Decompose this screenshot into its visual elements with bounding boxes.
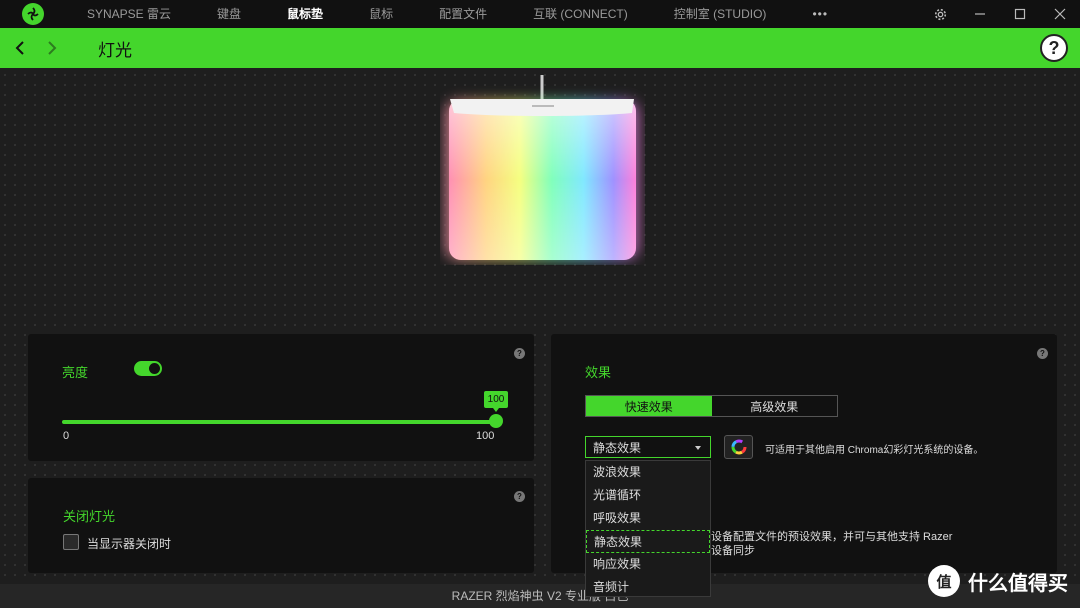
effect-dropdown-menu: 波浪效果 光谱循环 呼吸效果 静态效果 响应效果 音频计: [585, 460, 711, 597]
nav-connect[interactable]: 互联 (CONNECT): [510, 0, 651, 28]
page-title: 灯光: [98, 40, 132, 60]
razer-logo-icon[interactable]: [22, 3, 44, 25]
brightness-value-tooltip: 100: [484, 391, 508, 412]
watermark: 值 什么值得买: [928, 565, 1068, 597]
dropdown-option-wave[interactable]: 波浪效果: [586, 461, 710, 484]
help-icon[interactable]: ?: [514, 491, 525, 502]
dropdown-option-spectrum[interactable]: 光谱循环: [586, 484, 710, 507]
effect-select[interactable]: 静态效果: [585, 436, 711, 458]
device-footer: RAZER 烈焰神虫 V2 专业版 白色: [0, 584, 1080, 608]
mousepad-preview-image: [440, 75, 645, 265]
help-icon[interactable]: ?: [1037, 348, 1048, 359]
forward-arrow-icon[interactable]: [40, 36, 64, 60]
settings-gear-icon[interactable]: [920, 0, 960, 28]
help-icon[interactable]: ?: [514, 348, 525, 359]
window-controls: [920, 0, 1080, 28]
lights-off-panel: ? 关闭灯光 当显示器关闭时: [28, 478, 534, 573]
close-icon[interactable]: [1040, 0, 1080, 28]
watermark-logo-icon: 值: [928, 565, 960, 597]
effects-tabs: 快速效果 高级效果: [585, 395, 838, 417]
slider-max-label: 100: [476, 430, 495, 442]
help-button[interactable]: ?: [1040, 34, 1068, 62]
effects-label: 效果: [585, 365, 612, 380]
tab-quick-effects[interactable]: 快速效果: [586, 396, 712, 416]
dropdown-option-static[interactable]: 静态效果: [586, 530, 710, 553]
chevron-down-icon: [695, 446, 701, 450]
effect-description-line2: 设备同步: [711, 545, 755, 557]
page-header: 灯光 ?: [0, 28, 1080, 68]
nav-mousepad[interactable]: 鼠标垫: [264, 0, 346, 28]
nav-synapse[interactable]: SYNAPSE 雷云: [64, 0, 194, 28]
synapse-app: SYNAPSE 雷云 键盘 鼠标垫 鼠标 配置文件 互联 (CONNECT) 控…: [0, 0, 1080, 608]
nav-more-button[interactable]: •••: [789, 0, 851, 28]
nav-studio[interactable]: 控制室 (STUDIO): [651, 0, 790, 28]
watermark-text: 什么值得买: [968, 572, 1068, 595]
maximize-icon[interactable]: [1000, 0, 1040, 28]
minimize-icon[interactable]: [960, 0, 1000, 28]
main-nav: SYNAPSE 雷云 键盘 鼠标垫 鼠标 配置文件 互联 (CONNECT) 控…: [64, 0, 851, 28]
tab-advanced-effects[interactable]: 高级效果: [712, 396, 838, 416]
color-wheel-button[interactable]: [724, 435, 753, 459]
dropdown-option-breathing[interactable]: 呼吸效果: [586, 507, 710, 530]
brightness-toggle[interactable]: [134, 361, 162, 376]
nav-keyboard[interactable]: 键盘: [194, 0, 264, 28]
brightness-slider-handle[interactable]: [489, 414, 503, 428]
brightness-slider-track[interactable]: [62, 420, 496, 424]
display-off-checkbox[interactable]: [63, 534, 79, 550]
dropdown-option-reactive[interactable]: 响应效果: [586, 553, 710, 576]
dropdown-option-audio-meter[interactable]: 音频计: [586, 576, 710, 599]
color-wheel-icon: [731, 439, 746, 455]
display-off-checkbox-label: 当显示器关闭时: [87, 537, 172, 551]
effect-info-text: 可适用于其他启用 Chroma幻彩灯光系统的设备。: [765, 445, 984, 456]
slider-min-label: 0: [63, 430, 70, 442]
title-bar: SYNAPSE 雷云 键盘 鼠标垫 鼠标 配置文件 互联 (CONNECT) 控…: [0, 0, 1080, 28]
back-arrow-icon[interactable]: [8, 36, 32, 60]
lights-off-label: 关闭灯光: [63, 509, 116, 524]
nav-mouse[interactable]: 鼠标: [346, 0, 416, 28]
effect-select-value: 静态效果: [593, 440, 642, 455]
nav-profiles[interactable]: 配置文件: [416, 0, 510, 28]
brightness-label: 亮度: [62, 365, 89, 380]
brightness-panel: ? 亮度 100 0 100: [28, 334, 534, 461]
